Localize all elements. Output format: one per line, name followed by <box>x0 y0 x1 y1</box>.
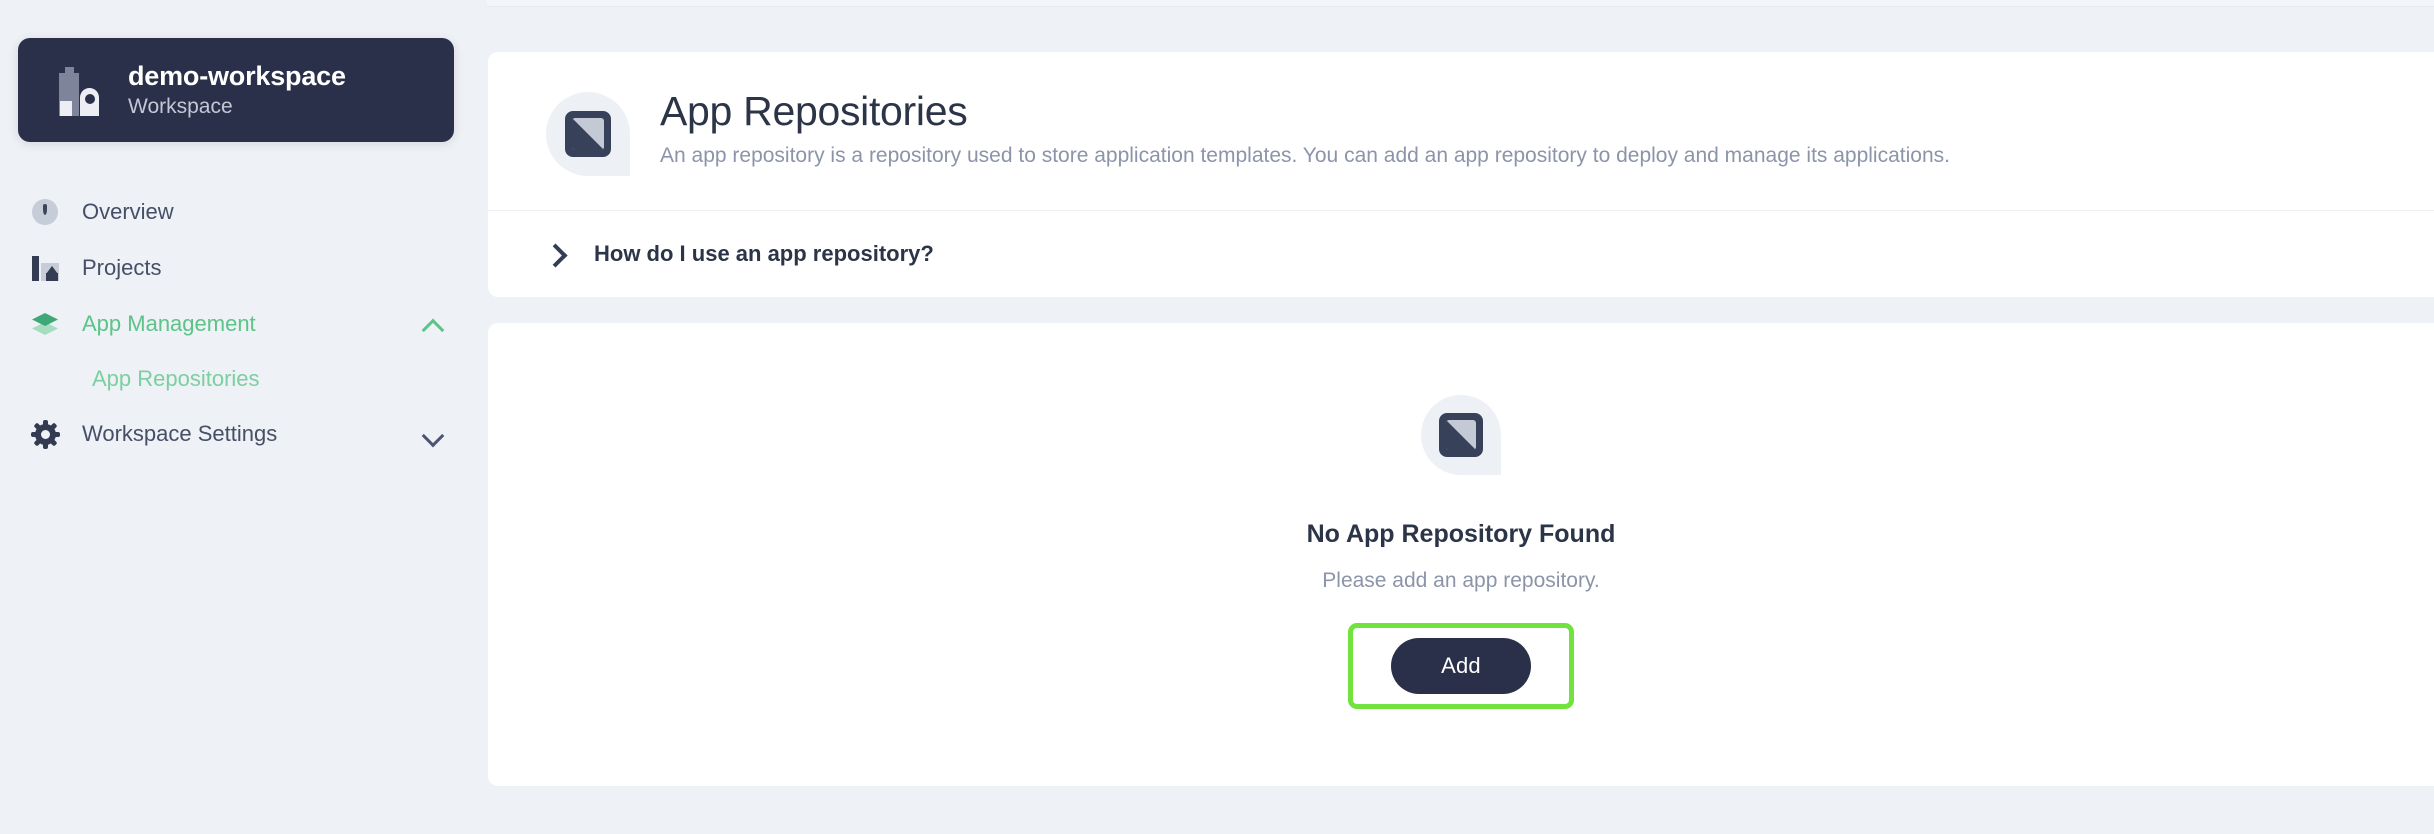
sidebar-item-label: Projects <box>82 255 162 280</box>
sidebar-subitem-label: App Repositories <box>92 366 260 391</box>
sidebar-item-overview[interactable]: Overview <box>0 184 487 240</box>
sidebar-item-app-repositories[interactable]: App Repositories <box>0 352 487 406</box>
app-root: demo-workspace Workspace Overview Projec <box>0 0 2434 834</box>
sidebar: demo-workspace Workspace Overview Projec <box>0 0 487 834</box>
gear-icon <box>30 419 60 449</box>
accordion-label: How do I use an app repository? <box>594 241 934 266</box>
workspace-subtitle: Workspace <box>128 95 233 119</box>
sidebar-item-projects[interactable]: Projects <box>0 240 487 296</box>
empty-state-title: No App Repository Found <box>1306 520 1616 548</box>
main-content: App Repositories An app repository is a … <box>487 0 2434 834</box>
sidebar-item-workspace-settings[interactable]: Workspace Settings <box>0 406 487 462</box>
sidebar-item-app-management[interactable]: App Management <box>0 296 487 352</box>
workspace-name: demo-workspace <box>128 60 346 91</box>
projects-icon <box>30 253 60 283</box>
how-to-accordion[interactable]: How do I use an app repository? <box>488 211 2434 297</box>
empty-state-subtitle: Please add an app repository. <box>1322 569 1600 592</box>
page-header-panel: App Repositories An app repository is a … <box>488 52 2434 297</box>
add-button[interactable]: Add <box>1391 638 1531 694</box>
page-title: App Repositories <box>660 88 968 134</box>
sidebar-nav: Overview Projects App Management App Rep… <box>0 184 487 462</box>
page-header: App Repositories An app repository is a … <box>488 52 2434 211</box>
app-repository-icon <box>1421 395 1501 475</box>
app-repository-icon <box>546 92 630 176</box>
add-button-highlight: Add <box>1348 623 1574 709</box>
chevron-up-icon[interactable] <box>421 311 447 337</box>
gauge-icon <box>30 197 60 227</box>
empty-state-panel: No App Repository Found Please add an ap… <box>488 323 2434 786</box>
sidebar-item-label: Workspace Settings <box>82 421 278 446</box>
sidebar-item-label: App Management <box>82 311 256 336</box>
page-description: An app repository is a repository used t… <box>660 144 1950 168</box>
layers-icon <box>30 309 60 339</box>
chevron-right-icon <box>546 241 568 267</box>
chevron-down-icon[interactable] <box>421 421 447 447</box>
building-icon <box>52 64 104 116</box>
workspace-card[interactable]: demo-workspace Workspace <box>18 38 454 142</box>
sidebar-item-label: Overview <box>82 199 174 224</box>
